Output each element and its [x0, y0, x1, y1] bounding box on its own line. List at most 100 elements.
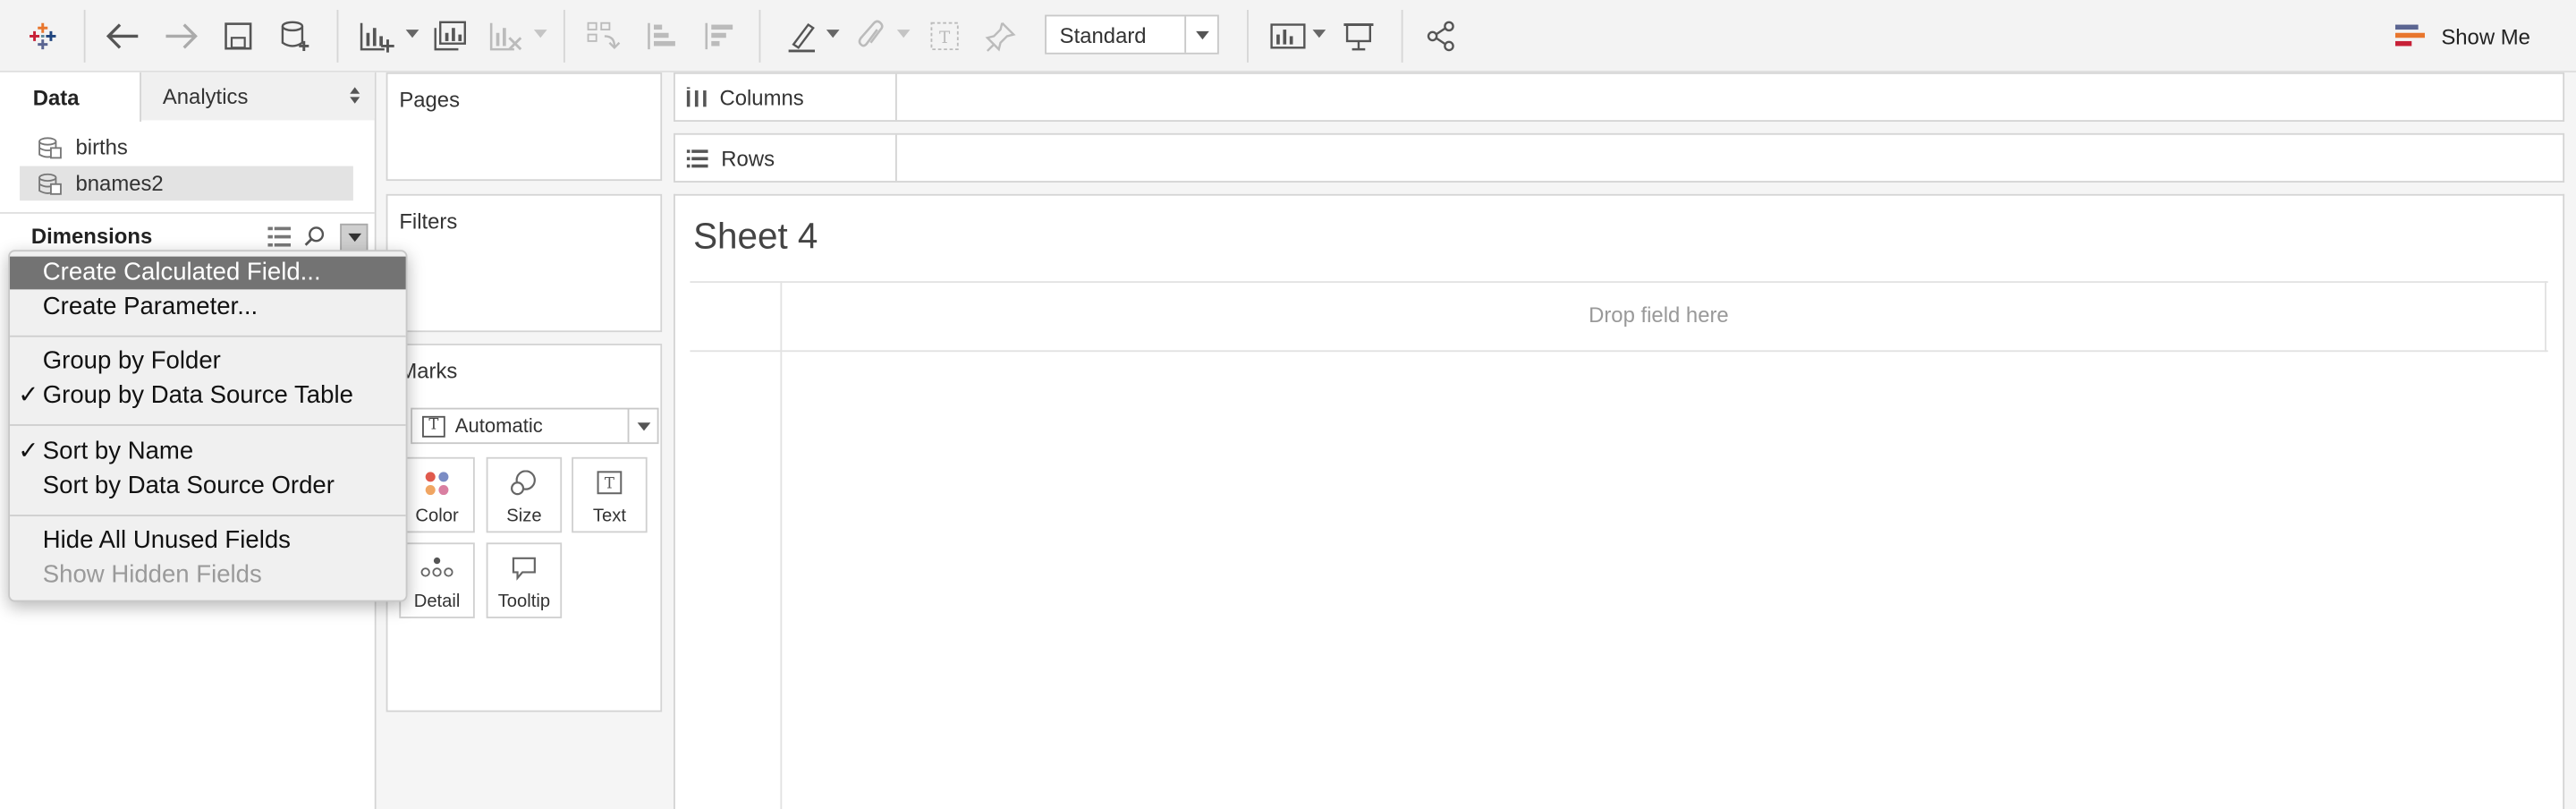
- undo-icon[interactable]: [102, 15, 145, 58]
- clear-sheet-icon[interactable]: [485, 15, 528, 58]
- fix-axes-pin-icon[interactable]: [979, 15, 1022, 58]
- checkmark-icon: ✓: [18, 437, 39, 465]
- color-button[interactable]: Color: [399, 456, 475, 533]
- chevron-down-icon: [347, 233, 361, 243]
- divider: [690, 281, 2548, 284]
- columns-shelf[interactable]: Columns: [674, 72, 2565, 122]
- detail-dots-icon: [420, 557, 453, 577]
- rows-label: Rows: [721, 145, 775, 171]
- tableau-workspace: T Standard Show Me Data Analytics births…: [0, 0, 2576, 809]
- menu-separator: [10, 515, 406, 516]
- menu-item-hide-all-unused-fields[interactable]: Hide All Unused Fields: [10, 524, 406, 558]
- text-label-icon: T: [597, 471, 623, 495]
- menu-separator: [10, 335, 406, 337]
- columns-label: Columns: [719, 84, 804, 110]
- divider: [2545, 281, 2546, 353]
- dimensions-heading: Dimensions: [30, 223, 153, 249]
- menu-item-label: Sort by Data Source Order: [42, 472, 335, 500]
- new-worksheet-dropdown[interactable]: [405, 30, 419, 38]
- menu-item-group-by-data-source-table[interactable]: ✓ Group by Data Source Table: [10, 379, 406, 413]
- size-button-label: Size: [506, 506, 542, 526]
- data-source-label: bnames2: [75, 171, 164, 196]
- menu-item-sort-by-name[interactable]: ✓ Sort by Name: [10, 436, 406, 469]
- speech-bubble-icon: [512, 557, 536, 581]
- presentation-mode-icon[interactable]: [1337, 15, 1380, 58]
- filters-card[interactable]: Filters: [386, 193, 663, 333]
- show-cards-dropdown[interactable]: [1312, 30, 1326, 38]
- save-icon[interactable]: [216, 15, 259, 58]
- toolbar-separator: [758, 10, 761, 63]
- data-source-label: births: [75, 134, 128, 160]
- duplicate-sheet-icon[interactable]: [428, 15, 471, 58]
- new-data-source-icon[interactable]: [275, 15, 318, 58]
- toolbar-separator: [1401, 10, 1403, 63]
- sort-descending-icon[interactable]: [699, 15, 741, 58]
- show-me-label: Show Me: [2441, 23, 2530, 49]
- tableau-logo-icon[interactable]: [21, 15, 64, 58]
- data-source-item[interactable]: births: [20, 130, 353, 165]
- chevron-down-icon: [1184, 16, 1217, 53]
- menu-item-label: Create Parameter...: [42, 293, 258, 321]
- tooltip-button[interactable]: Tooltip: [486, 542, 563, 618]
- highlight-pen-icon[interactable]: [780, 15, 823, 58]
- show-cards-icon[interactable]: [1267, 15, 1309, 58]
- detail-button[interactable]: Detail: [399, 542, 475, 618]
- data-source-item[interactable]: bnames2: [20, 166, 353, 201]
- svg-text:T: T: [605, 475, 614, 492]
- view-as-list-icon[interactable]: [267, 226, 292, 246]
- search-icon[interactable]: [304, 226, 326, 247]
- data-pane-tabs: Data Analytics: [0, 72, 375, 122]
- menu-item-create-calculated-field[interactable]: Create Calculated Field...: [10, 256, 406, 290]
- checkmark-icon: ✓: [18, 381, 39, 410]
- mark-type-select[interactable]: T Automatic: [411, 407, 659, 445]
- dimensions-menu-button[interactable]: [340, 223, 369, 252]
- share-icon[interactable]: [1419, 15, 1462, 58]
- toolbar-separator: [83, 10, 86, 63]
- toolbar-separator: [563, 10, 565, 63]
- menu-item-create-parameter[interactable]: Create Parameter...: [10, 291, 406, 324]
- tab-analytics[interactable]: Analytics: [140, 72, 375, 121]
- clear-sheet-dropdown[interactable]: [533, 30, 547, 38]
- columns-icon: [686, 87, 707, 107]
- rows-icon: [686, 149, 708, 167]
- menu-item-show-hidden-fields: Show Hidden Fields: [10, 559, 406, 592]
- toolbar: T Standard Show Me: [0, 0, 2576, 72]
- filters-card-title: Filters: [399, 209, 458, 234]
- highlight-dropdown[interactable]: [826, 30, 840, 38]
- text-button-label: Text: [592, 506, 626, 526]
- rows-shelf-label: Rows: [675, 134, 897, 182]
- text-mark-icon: T: [422, 414, 445, 437]
- database-icon: [38, 172, 62, 194]
- menu-item-label: Hide All Unused Fields: [42, 525, 291, 555]
- group-members-icon[interactable]: [851, 15, 894, 58]
- swap-rows-columns-icon[interactable]: [581, 15, 624, 58]
- tooltip-button-label: Tooltip: [497, 592, 551, 612]
- mark-type-value: Automatic: [454, 414, 543, 438]
- menu-item-label: Show Hidden Fields: [42, 560, 262, 589]
- pages-card[interactable]: Pages: [386, 72, 663, 182]
- menu-item-group-by-folder[interactable]: Group by Folder: [10, 345, 406, 379]
- worksheet-view[interactable]: Sheet 4 Drop field here: [674, 193, 2565, 809]
- chevron-down-icon: [627, 409, 657, 443]
- drop-field-hint[interactable]: Drop field here: [1589, 302, 1729, 328]
- color-dots-icon: [425, 472, 449, 496]
- dimensions-context-menu: Create Calculated Field... Create Parame…: [8, 250, 408, 602]
- show-me-button[interactable]: Show Me: [2394, 18, 2530, 54]
- menu-item-sort-by-data-source-order[interactable]: Sort by Data Source Order: [10, 470, 406, 503]
- tab-data[interactable]: Data: [0, 72, 141, 122]
- menu-separator: [10, 424, 406, 426]
- group-dropdown[interactable]: [896, 30, 911, 38]
- redo-icon[interactable]: [159, 15, 202, 58]
- rows-shelf[interactable]: Rows: [674, 132, 2565, 183]
- fit-view-select[interactable]: Standard: [1045, 14, 1219, 55]
- menu-item-label: Sort by Name: [42, 437, 194, 465]
- size-circles-icon: [511, 470, 536, 496]
- color-button-label: Color: [415, 506, 459, 526]
- size-button[interactable]: Size: [486, 456, 563, 533]
- new-worksheet-icon[interactable]: [355, 15, 398, 58]
- text-button[interactable]: T Text: [572, 456, 648, 533]
- sort-ascending-icon[interactable]: [640, 15, 683, 58]
- show-mark-labels-icon[interactable]: T: [923, 15, 966, 58]
- sheet-title[interactable]: Sheet 4: [693, 216, 818, 259]
- columns-shelf-label: Columns: [675, 73, 897, 121]
